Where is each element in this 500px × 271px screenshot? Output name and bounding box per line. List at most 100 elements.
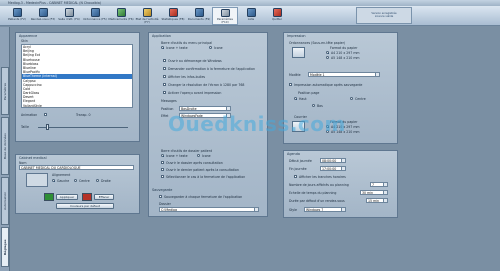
alignment-label: Alignement bbox=[52, 173, 71, 177]
patient-toolbar-icon-text-radio[interactable] bbox=[161, 154, 165, 158]
prescription-icon bbox=[90, 7, 100, 17]
time-scale-label: Echelle de temps du planning bbox=[289, 191, 337, 195]
folder-browse-icon[interactable] bbox=[254, 208, 258, 211]
print-position-label: Position page bbox=[298, 91, 320, 95]
align-center-radio[interactable] bbox=[74, 179, 78, 183]
time-scale-select[interactable]: 30 min bbox=[360, 190, 388, 195]
spin-icon[interactable] bbox=[383, 183, 387, 186]
main-toolbar: Patients (F2) Rendez-vous (F3) Salle d'a… bbox=[0, 6, 500, 26]
tooltips-checkbox[interactable] bbox=[163, 75, 167, 79]
foreground-color-swatch[interactable] bbox=[82, 193, 92, 201]
patient-toolbar-icon-radio[interactable] bbox=[197, 154, 201, 158]
pos-centre-label: Centre bbox=[355, 97, 366, 101]
confirm-close-label: Demander confirmation à la fermeture de … bbox=[168, 67, 256, 71]
style-label: Style bbox=[289, 208, 298, 212]
tab-parametres[interactable]: Paramètres bbox=[1, 67, 9, 115]
days-shown-input[interactable]: 7 bbox=[370, 182, 388, 187]
spin-icon[interactable] bbox=[341, 167, 345, 170]
startup-checkbox[interactable] bbox=[163, 59, 167, 63]
pos-haut-radio[interactable] bbox=[294, 97, 298, 101]
align-left-radio[interactable] bbox=[52, 179, 56, 183]
cabinet-name-input[interactable]: CABINET MEDICAL DU CARDIOLOGUE bbox=[19, 165, 134, 170]
auto-print-label: Impression automatique après sauvegarde bbox=[294, 83, 363, 87]
toolbar-medicaments-button[interactable]: Médicaments (F6) bbox=[108, 7, 134, 25]
messages-label: Messages bbox=[161, 99, 177, 103]
default-colors-button[interactable]: Couleurs par défaut bbox=[56, 203, 114, 209]
toolbar-parametres-button[interactable]: Paramètres (F10) bbox=[212, 6, 238, 25]
activity-icon bbox=[142, 7, 152, 17]
pos-bas-radio[interactable] bbox=[312, 104, 316, 108]
confirm-close-checkbox[interactable] bbox=[163, 67, 167, 71]
fontsize-label: Taille bbox=[21, 125, 29, 129]
toolbar-aide-button[interactable]: Aide bbox=[238, 7, 264, 25]
align-center-label: Centre bbox=[79, 179, 90, 183]
open-after-consult-checkbox[interactable] bbox=[161, 161, 165, 165]
background-color-swatch[interactable] bbox=[44, 193, 54, 201]
format-a4-radio[interactable] bbox=[326, 51, 330, 55]
day-end-input[interactable]: 17:00:00 bbox=[320, 166, 346, 171]
open-last-patient-checkbox[interactable] bbox=[161, 168, 165, 172]
tab-autorisation[interactable]: Autorisation bbox=[1, 177, 9, 225]
select-case-label: Sélectionner le cas à la fermeture de l'… bbox=[166, 175, 246, 179]
toolbar-quitter-button[interactable]: Quitter bbox=[264, 7, 290, 25]
day-start-input[interactable]: 08:00:00 bbox=[320, 158, 346, 163]
toolbar-icon-label: Icone bbox=[214, 46, 223, 50]
auto-print-checkbox[interactable] bbox=[289, 83, 293, 87]
toolbar-icon-text-radio[interactable] bbox=[161, 46, 165, 50]
model-label: Modèle bbox=[289, 73, 301, 77]
agenda-title: Agenda bbox=[287, 152, 300, 156]
timeslots-checkbox[interactable] bbox=[294, 175, 298, 179]
fontsize-slider-track[interactable] bbox=[38, 127, 128, 128]
spin-icon[interactable] bbox=[341, 159, 345, 162]
toolbar-rendezvous-button[interactable]: Rendez-vous (F3) bbox=[30, 7, 56, 25]
position-label: Position bbox=[161, 107, 174, 111]
fontsize-slider-thumb[interactable] bbox=[46, 124, 49, 130]
patient-toolbar-icon-label: Icone bbox=[202, 154, 211, 158]
toolbar-patients-button[interactable]: Patients (F2) bbox=[4, 7, 30, 25]
cabinet-title: Cabinet medical bbox=[19, 156, 47, 160]
backup-label: Sauvegarder à chaque fermeture de l'appl… bbox=[164, 195, 243, 199]
preview-checkbox[interactable] bbox=[163, 91, 167, 95]
animation-checkbox[interactable] bbox=[44, 113, 48, 117]
tooltips-label: Afficher les infos-bulles bbox=[168, 75, 206, 79]
format-a5-radio[interactable] bbox=[326, 56, 330, 60]
impression-title: Impression bbox=[287, 34, 306, 38]
tab-reglages[interactable]: Réglages bbox=[1, 227, 9, 267]
select-case-checkbox[interactable] bbox=[161, 175, 165, 179]
skin-list-item[interactable]: ValiantStyle bbox=[22, 104, 132, 107]
toolbar-activite-button[interactable]: Etat de l'activité (F7) bbox=[134, 7, 160, 25]
paper-icon bbox=[292, 47, 305, 58]
toolbar-salle-button[interactable]: Salle d'att. (F4) bbox=[56, 7, 82, 25]
resolution-label: Changer la résolution de l'écran à 1280 … bbox=[168, 83, 245, 87]
dossier-input[interactable]: C:\Medlog bbox=[159, 207, 259, 212]
preview-label: Activer l'aperçu avant impression bbox=[168, 91, 222, 95]
backup-checkbox[interactable] bbox=[159, 195, 163, 199]
tab-base-de-donnees[interactable]: Base de données bbox=[1, 117, 9, 175]
help-icon bbox=[246, 7, 256, 17]
exit-icon bbox=[272, 7, 282, 17]
align-left-label: Gauche bbox=[57, 179, 70, 183]
align-right-radio[interactable] bbox=[96, 179, 100, 183]
toolbar-statistiques-button[interactable]: Statistiques (F8) bbox=[160, 7, 186, 25]
toolbar-icon-radio[interactable] bbox=[209, 46, 213, 50]
toolbar-documents-button[interactable]: Documents (F9) bbox=[186, 7, 212, 25]
skin-list[interactable]: Acryl Beijing Beijing Ext Bluehouse Blueblas… bbox=[21, 44, 133, 108]
application-title: Application bbox=[152, 34, 171, 38]
chevron-down-icon bbox=[383, 199, 387, 202]
position-select[interactable]: BasDroite bbox=[179, 106, 231, 111]
toolbar-ordonnance-button[interactable]: Ordonnance (F5) bbox=[82, 7, 108, 25]
clear-color-button[interactable]: Effacer bbox=[94, 194, 114, 200]
duration-select[interactable]: 15 min bbox=[366, 198, 388, 203]
resolution-checkbox[interactable] bbox=[163, 83, 167, 87]
duration-label: Durée par défaut d'un rendez-vous bbox=[289, 199, 345, 203]
apply-color-button[interactable]: Appliquer bbox=[56, 194, 78, 200]
waiting-room-icon bbox=[64, 7, 74, 17]
apparence-title: Apparence bbox=[19, 34, 38, 38]
window-title: Medlog-3 - MedecinPlus - CABINET MEDICAL… bbox=[8, 1, 102, 5]
settings-icon bbox=[220, 8, 230, 17]
model-select[interactable]: Modèle 1 bbox=[308, 72, 380, 77]
toolbar-style-label: Barre d'outils du menu principal bbox=[161, 41, 213, 45]
sauvegarde-title: Sauvegarde bbox=[152, 188, 173, 192]
pos-centre-radio[interactable] bbox=[350, 97, 354, 101]
style-select[interactable]: Windows 7 bbox=[304, 207, 346, 212]
